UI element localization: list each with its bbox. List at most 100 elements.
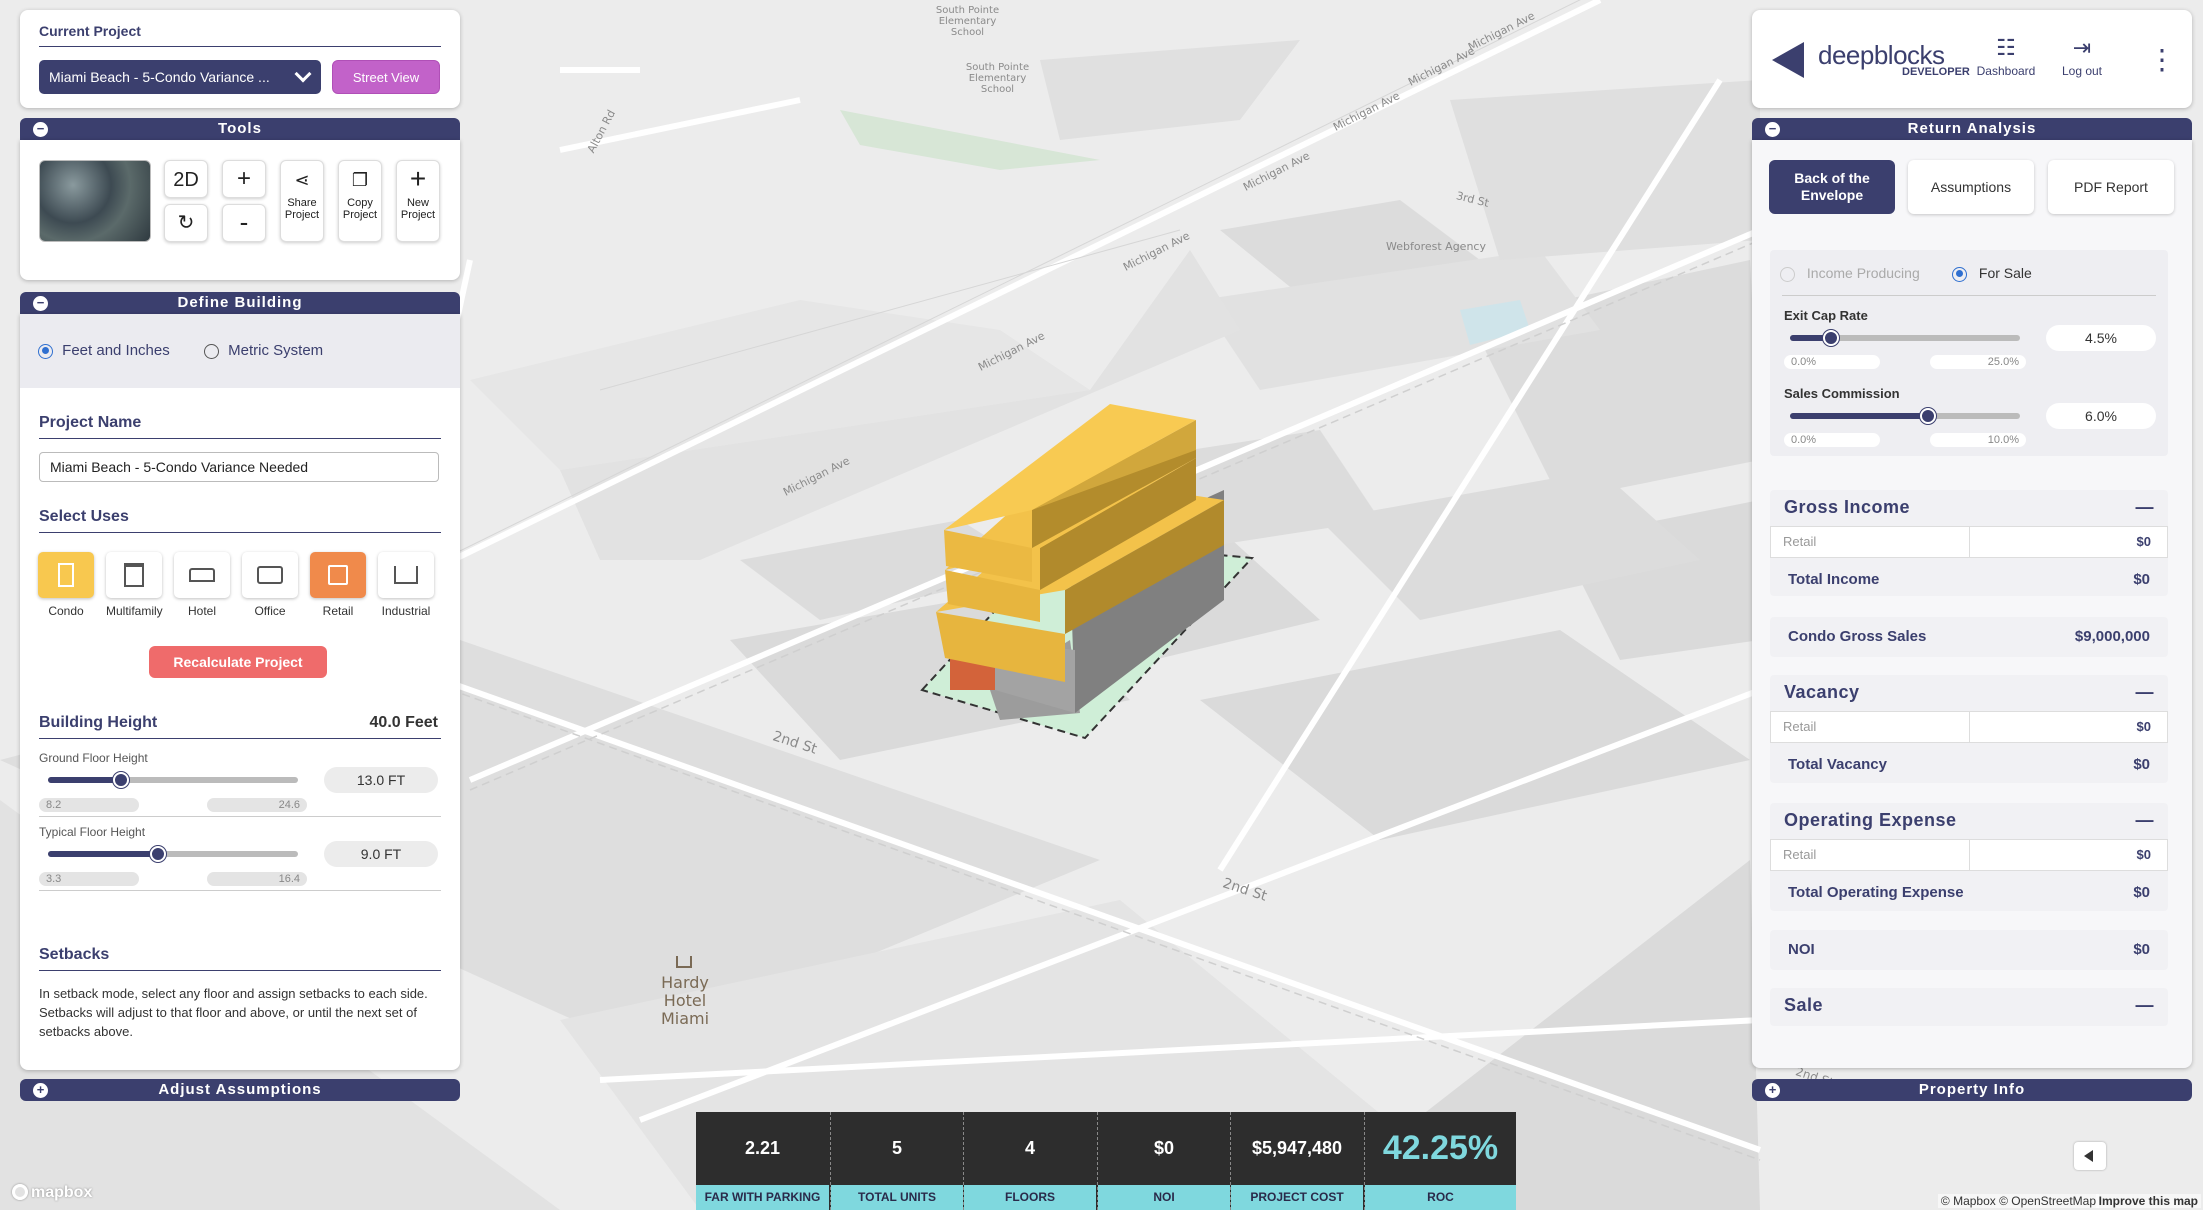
exit-cap-value[interactable]: 4.5% — [2046, 325, 2156, 351]
compass-button[interactable] — [2074, 1142, 2106, 1170]
exit-cap-label: Exit Cap Rate — [1784, 308, 1868, 323]
map-attribution: © Mapbox © OpenStreetMap — [1937, 1194, 2099, 1208]
mode-sale-radio[interactable]: For Sale — [1952, 265, 2032, 282]
zoom-out-button[interactable]: - — [222, 204, 266, 242]
total-vacancy-row: Total Vacancy $0 — [1788, 756, 2150, 773]
typical-floor-value[interactable]: 9.0 FT — [324, 841, 438, 867]
use-retail[interactable]: Retail — [310, 552, 366, 618]
share-project-button[interactable]: ⋖ Share Project — [280, 160, 324, 242]
setbacks-label: Setbacks — [39, 946, 110, 963]
use-condo[interactable]: Condo — [38, 552, 94, 618]
radio-icon — [1780, 266, 1795, 282]
slider-handle[interactable] — [1920, 408, 1936, 424]
commission-min: 0.0% — [1784, 433, 1880, 447]
shopping-bag-icon — [310, 552, 366, 598]
copy-project-button[interactable]: ❐ Copy Project — [338, 160, 382, 242]
noi-row: NOI $0 — [1788, 941, 2150, 958]
property-info-title: Property Info — [1918, 1081, 2026, 1098]
use-hotel[interactable]: Hotel — [174, 552, 230, 618]
current-project-panel: Current Project Miami Beach - 5-Condo Va… — [20, 10, 460, 108]
gross-income-retail-row: Retail $0 — [1770, 526, 2168, 558]
exit-cap-min: 0.0% — [1784, 355, 1880, 369]
collapse-icon[interactable]: — — [2136, 810, 2155, 831]
tab-back-of-envelope[interactable]: Back of the Envelope — [1769, 160, 1895, 214]
define-building-title: Define Building — [177, 294, 303, 311]
improve-map-link[interactable]: Improve this map — [2095, 1194, 2201, 1208]
use-industrial[interactable]: Industrial — [378, 552, 434, 618]
opex-header[interactable]: Operating Expense — — [1770, 803, 2168, 837]
opex-retail-row: Retail $0 — [1770, 839, 2168, 871]
return-analysis-header[interactable]: − Return Analysis — [1752, 118, 2192, 140]
adjust-assumptions-header[interactable]: + Adjust Assumptions — [20, 1079, 460, 1101]
collapse-icon[interactable]: − — [33, 296, 48, 311]
stat-far: 2.21 FAR WITH PARKING — [696, 1112, 829, 1210]
select-uses-label: Select Uses — [39, 508, 129, 525]
map-label-school-2: South Pointe Elementary School — [965, 62, 1030, 95]
units-metric-radio[interactable]: Metric System — [204, 342, 323, 359]
exit-cap-max: 25.0% — [1930, 355, 2026, 369]
mapbox-logo-icon — [12, 1184, 28, 1200]
condo-icon — [38, 552, 94, 598]
use-multifamily[interactable]: Multifamily — [106, 552, 163, 618]
stat-floors: 4 FLOORS — [963, 1112, 1096, 1210]
more-menu-icon[interactable]: ⋮ — [2148, 46, 2176, 74]
commission-max: 10.0% — [1930, 433, 2026, 447]
plus-icon: + — [409, 163, 427, 194]
commission-value[interactable]: 6.0% — [2046, 403, 2156, 429]
sale-header[interactable]: Sale — — [1770, 988, 2168, 1022]
typical-floor-max: 16.4 — [207, 872, 307, 886]
vacancy-header[interactable]: Vacancy — — [1770, 675, 2168, 709]
mapbox-logo[interactable]: mapbox — [12, 1184, 92, 1202]
tools-header[interactable]: − Tools — [20, 118, 460, 140]
collapse-icon[interactable]: — — [2136, 995, 2155, 1016]
map-label-webforest: Webforest Agency — [1386, 240, 1486, 253]
use-office[interactable]: Office — [242, 552, 298, 618]
slider-handle[interactable] — [150, 846, 166, 862]
collapse-icon[interactable]: − — [1765, 122, 1780, 137]
recalculate-button[interactable]: Recalculate Project — [149, 646, 327, 678]
project-select[interactable]: Miami Beach - 5-Condo Variance ... — [39, 60, 321, 94]
project-select-value: Miami Beach - 5-Condo Variance ... — [49, 69, 270, 85]
commission-label: Sales Commission — [1784, 386, 1900, 401]
street-view-button[interactable]: Street View — [332, 60, 440, 94]
slider-handle[interactable] — [112, 772, 129, 788]
tools-panel: 2D ↻ + - ⋖ Share Project ❐ Copy Project … — [20, 140, 460, 280]
setbacks-description: In setback mode, select any floor and as… — [39, 986, 428, 1039]
map-label-hardy-hotel: Hardy Hotel Miami — [660, 973, 710, 1028]
exit-cap-slider[interactable] — [1790, 330, 2020, 346]
mode-income-radio[interactable]: Income Producing — [1780, 265, 1920, 282]
hotel-icon — [174, 552, 230, 598]
dashboard-button[interactable]: ☷ Dashboard — [1976, 36, 2036, 79]
typical-floor-slider[interactable] — [48, 846, 298, 862]
compass-icon — [2084, 1150, 2093, 1162]
satellite-thumbnail[interactable] — [39, 160, 151, 242]
condo-sales-row: Condo Gross Sales $9,000,000 — [1788, 628, 2150, 645]
project-name-input[interactable]: Miami Beach - 5-Condo Variance Needed — [39, 452, 439, 482]
brand-panel: deepblocks DEVELOPER ☷ Dashboard ⇥ Log o… — [1752, 10, 2192, 108]
view-mode-button[interactable]: 2D — [164, 160, 208, 198]
briefcase-icon — [242, 552, 298, 598]
commission-slider[interactable] — [1790, 408, 2020, 424]
collapse-icon[interactable]: − — [33, 122, 48, 137]
define-building-header[interactable]: − Define Building — [20, 292, 460, 314]
gross-income-header[interactable]: Gross Income — — [1770, 490, 2168, 524]
ground-floor-slider[interactable] — [48, 772, 298, 788]
deepblocks-logo-icon — [1772, 42, 1804, 78]
collapse-icon[interactable]: — — [2136, 497, 2155, 518]
property-info-header[interactable]: + Property Info — [1752, 1079, 2192, 1101]
rotate-button[interactable]: ↻ — [164, 204, 208, 242]
units-imperial-radio[interactable]: Feet and Inches — [38, 342, 170, 359]
expand-icon[interactable]: + — [33, 1083, 48, 1098]
logout-icon: ⇥ — [2072, 35, 2092, 60]
collapse-icon[interactable]: — — [2136, 682, 2155, 703]
ground-floor-value[interactable]: 13.0 FT — [324, 767, 438, 793]
tab-pdf-report[interactable]: PDF Report — [2048, 160, 2174, 214]
tab-assumptions[interactable]: Assumptions — [1908, 160, 2034, 214]
expand-icon[interactable]: + — [1765, 1083, 1780, 1098]
adjust-assumptions-title: Adjust Assumptions — [158, 1081, 322, 1098]
new-project-button[interactable]: + New Project — [396, 160, 440, 242]
radio-selected-icon — [38, 343, 53, 359]
logout-button[interactable]: ⇥ Log out — [2052, 35, 2112, 79]
zoom-in-button[interactable]: + — [222, 160, 266, 198]
building-height-label: Building Height — [39, 714, 158, 731]
